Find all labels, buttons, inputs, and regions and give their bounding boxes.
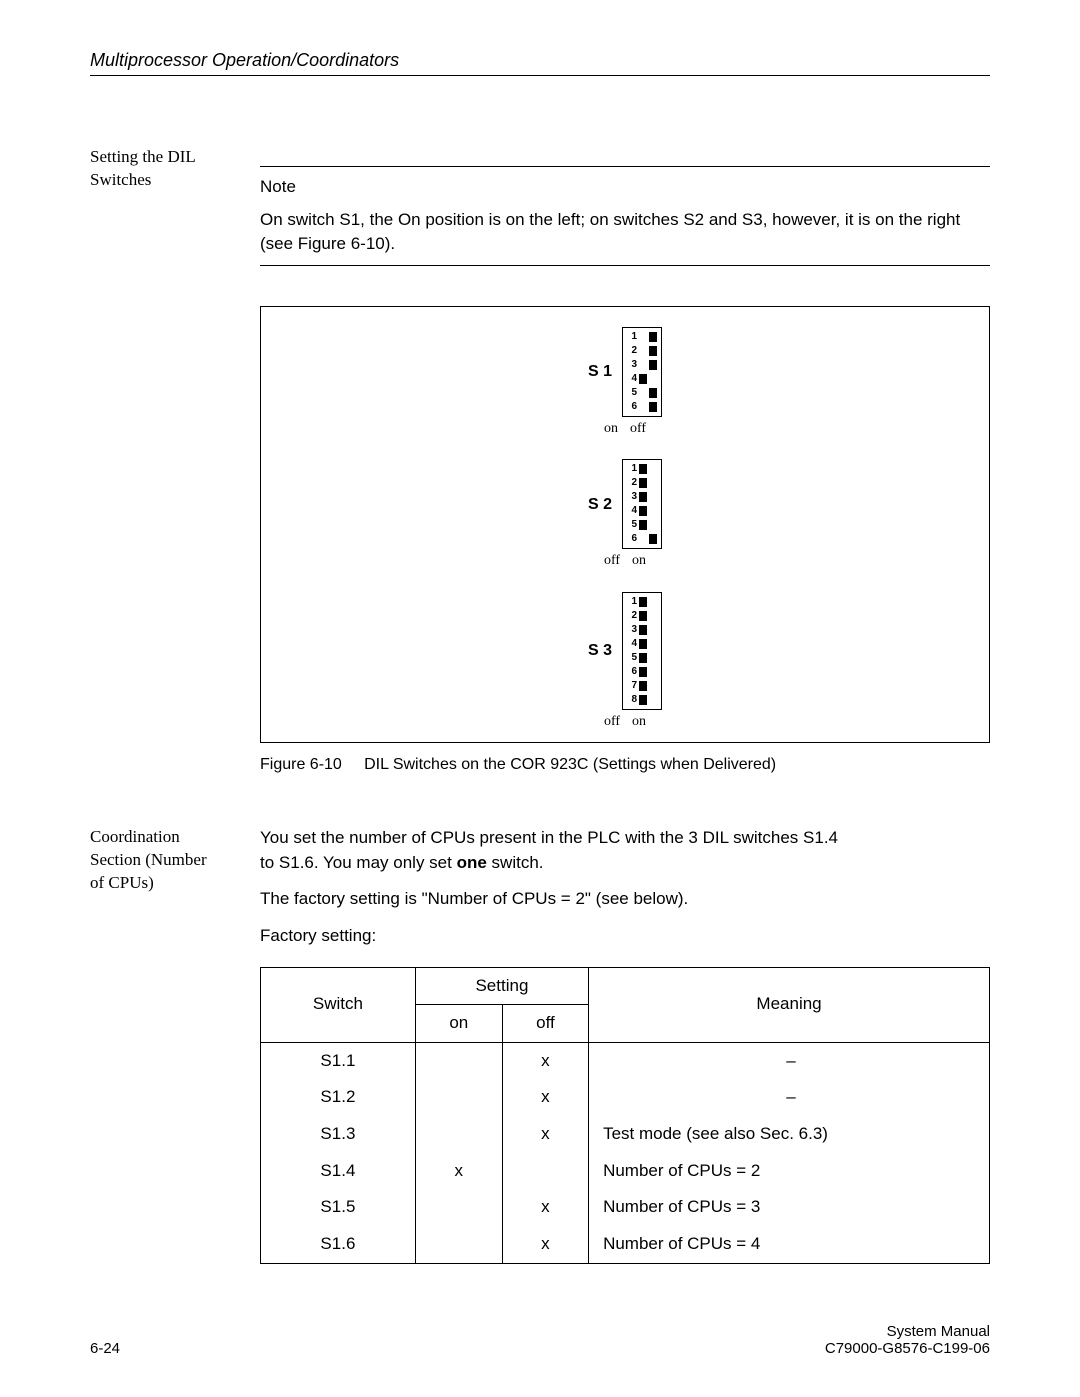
- cell-switch: S1.6: [261, 1226, 416, 1263]
- col-switch: Switch: [261, 967, 416, 1042]
- paragraph: You set the number of CPUs present in th…: [260, 826, 990, 875]
- figure-number: Figure 6-10: [260, 756, 342, 773]
- footer-title: System Manual: [825, 1323, 990, 1340]
- dip-on-label: on: [632, 712, 646, 732]
- cell-off: [502, 1153, 588, 1190]
- figure-caption: Figure 6-10 DIL Switches on the COR 923C…: [260, 753, 990, 776]
- figure-title: DIL Switches on the COR 923C (Settings w…: [364, 756, 776, 773]
- cell-meaning: Number of CPUs = 3: [589, 1189, 990, 1226]
- cell-meaning: –: [589, 1079, 990, 1116]
- section-coordination: Coordination Section (Number of CPUs) Yo…: [90, 826, 990, 1264]
- main-column-2: You set the number of CPUs present in th…: [260, 826, 990, 1264]
- dip-s3-labels: off on: [588, 712, 662, 732]
- switch-s3-label: S 3: [588, 639, 612, 662]
- table-row: S1.1 x –: [261, 1042, 990, 1079]
- col-off: off: [502, 1005, 588, 1043]
- dip-s3-icon: 1 2 3 4 5 6 7 8: [622, 592, 662, 710]
- emphasis-one: one: [457, 853, 487, 872]
- footer-doc-id: System Manual C79000-G8576-C199-06: [825, 1323, 990, 1357]
- dip-s2-icon: 1 2 3 4 5 6: [622, 459, 662, 549]
- side-heading-line: of CPUs): [90, 872, 260, 895]
- cell-off: x: [502, 1189, 588, 1226]
- side-heading-coordination: Coordination Section (Number of CPUs): [90, 826, 260, 1264]
- side-heading-dil: Setting the DIL Switches: [90, 146, 260, 776]
- cell-on: [415, 1189, 502, 1226]
- side-heading-line: Section (Number: [90, 849, 260, 872]
- table-row: S1.4 x Number of CPUs = 2: [261, 1153, 990, 1190]
- col-on: on: [415, 1005, 502, 1043]
- page-footer: 6-24 System Manual C79000-G8576-C199-06: [90, 1323, 990, 1357]
- cell-switch: S1.3: [261, 1116, 416, 1153]
- side-heading-line: Setting the DIL: [90, 146, 260, 169]
- dip-off-label: off: [604, 712, 620, 732]
- cell-meaning: Test mode (see also Sec. 6.3): [589, 1116, 990, 1153]
- dip-s2-labels: off on: [588, 551, 662, 571]
- cell-on: [415, 1226, 502, 1263]
- footer-code: C79000-G8576-C199-06: [825, 1340, 990, 1357]
- switch-s2-group: S 2 1 2 3 4 5 6 off on: [588, 459, 662, 571]
- dip-s1-labels: on off: [588, 419, 662, 439]
- section-setting-dil: Setting the DIL Switches Note On switch …: [90, 146, 990, 776]
- table-row: S1.3 x Test mode (see also Sec. 6.3): [261, 1116, 990, 1153]
- cell-meaning: Number of CPUs = 2: [589, 1153, 990, 1190]
- cell-off: x: [502, 1226, 588, 1263]
- text: to S1.6. You may only set: [260, 853, 457, 872]
- dip-off-label: off: [604, 551, 620, 571]
- text: You set the number of CPUs present in th…: [260, 828, 838, 847]
- cell-off: x: [502, 1116, 588, 1153]
- cell-meaning: Number of CPUs = 4: [589, 1226, 990, 1263]
- dip-off-label: off: [630, 419, 646, 439]
- paragraph: The factory setting is "Number of CPUs =…: [260, 887, 990, 912]
- cell-meaning: –: [589, 1042, 990, 1079]
- settings-table: Switch Setting Meaning on off S1.1 x – S…: [260, 967, 990, 1264]
- cell-off: x: [502, 1042, 588, 1079]
- table-row: S1.2 x –: [261, 1079, 990, 1116]
- switch-s1-label: S 1: [588, 360, 612, 383]
- side-heading-line: Switches: [90, 169, 260, 192]
- text: switch.: [487, 853, 544, 872]
- cell-on: [415, 1042, 502, 1079]
- cell-switch: S1.5: [261, 1189, 416, 1226]
- note-body: On switch S1, the On position is on the …: [260, 208, 990, 257]
- table-header-row: Switch Setting Meaning: [261, 967, 990, 1005]
- note-top-rule: [260, 166, 990, 167]
- paragraph: Factory setting:: [260, 924, 990, 949]
- switch-s2-label: S 2: [588, 493, 612, 516]
- running-head: Multiprocessor Operation/Coordinators: [90, 50, 990, 75]
- note-bottom-rule: [260, 265, 990, 266]
- cell-on: [415, 1079, 502, 1116]
- note-label: Note: [260, 175, 990, 200]
- dip-on-label: on: [632, 551, 646, 571]
- figure-box: S 1 1 2 3 4 5 6 on off: [260, 306, 990, 743]
- col-meaning: Meaning: [589, 967, 990, 1042]
- cell-off: x: [502, 1079, 588, 1116]
- table-row: S1.6 x Number of CPUs = 4: [261, 1226, 990, 1263]
- side-heading-line: Coordination: [90, 826, 260, 849]
- switch-s1-group: S 1 1 2 3 4 5 6 on off: [588, 327, 662, 439]
- cell-switch: S1.2: [261, 1079, 416, 1116]
- col-setting: Setting: [415, 967, 588, 1005]
- dip-s1-icon: 1 2 3 4 5 6: [622, 327, 662, 417]
- table-row: S1.5 x Number of CPUs = 3: [261, 1189, 990, 1226]
- main-column: Note On switch S1, the On position is on…: [260, 146, 990, 776]
- page-number: 6-24: [90, 1340, 120, 1357]
- switch-s3-group: S 3 1 2 3 4 5 6 7 8 off on: [588, 592, 662, 732]
- header-rule: [90, 75, 990, 76]
- cell-on: [415, 1116, 502, 1153]
- cell-on: x: [415, 1153, 502, 1190]
- cell-switch: S1.1: [261, 1042, 416, 1079]
- dip-on-label: on: [604, 419, 618, 439]
- cell-switch: S1.4: [261, 1153, 416, 1190]
